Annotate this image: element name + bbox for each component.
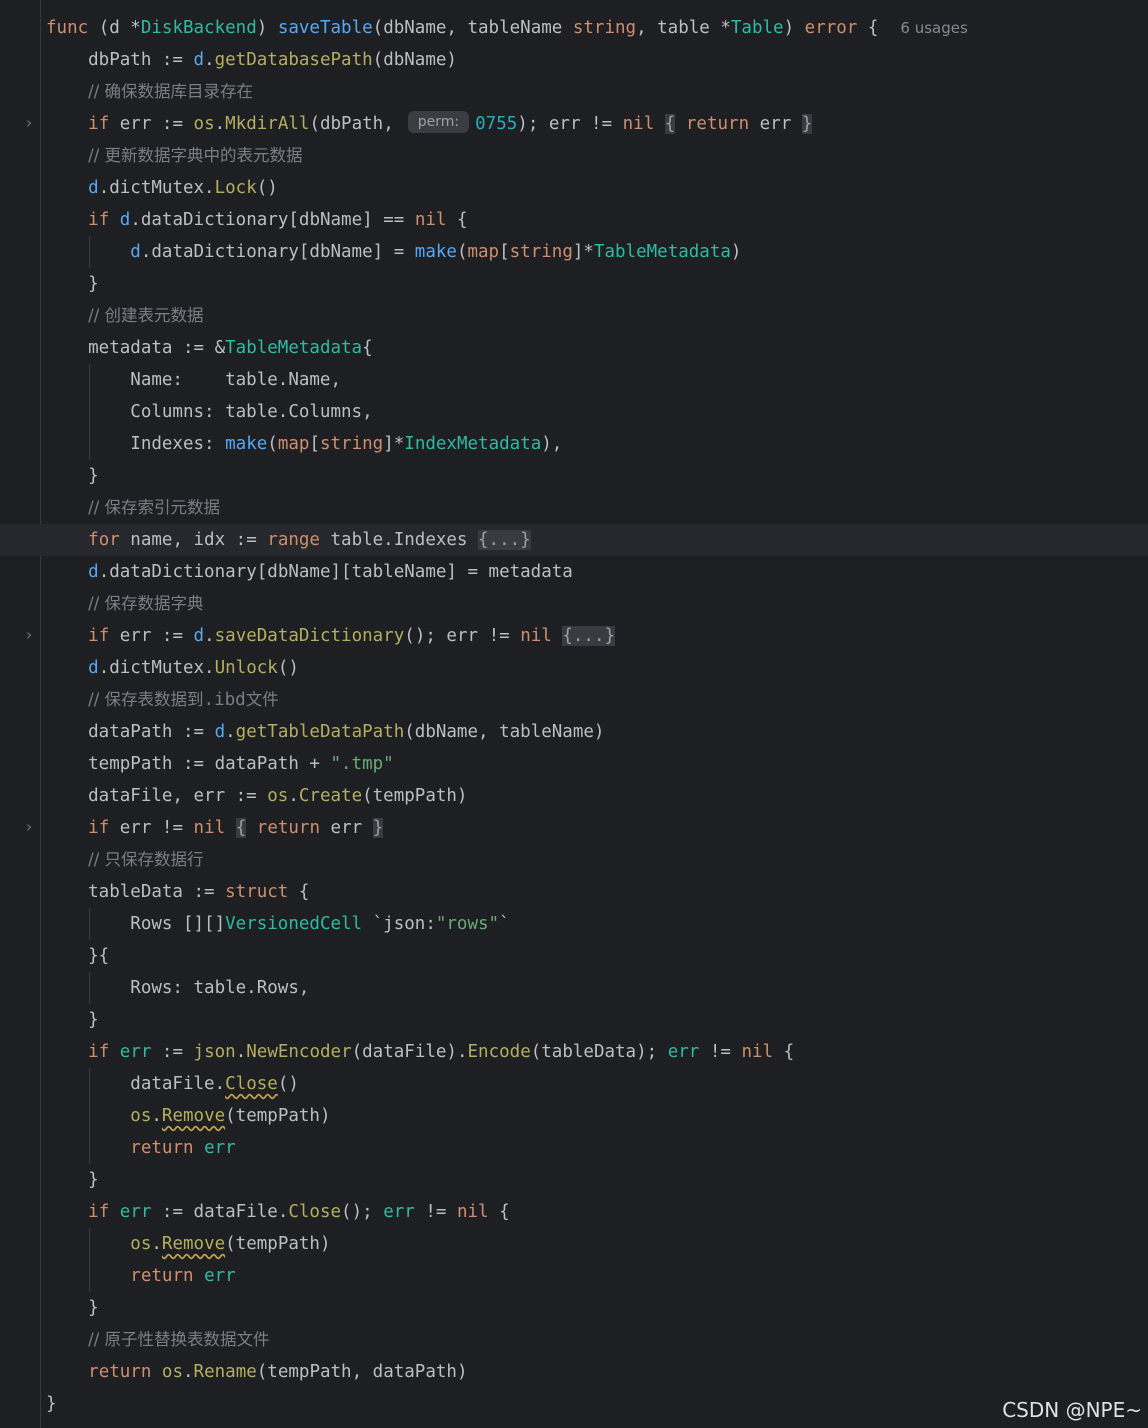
code-line-current: for name, idx := range table.Indexes {..…	[0, 524, 1148, 556]
code-line: if err := os.MkdirAll(dbPath, perm: 0755);…	[46, 108, 1148, 140]
code-line: }	[46, 1394, 57, 1414]
code-comment: // 保存索引元数据	[88, 498, 221, 517]
usages-hint[interactable]: 6 usages	[900, 19, 967, 37]
code-editor[interactable]: › › › › func (d *DiskBackend) saveTable(…	[0, 0, 1148, 1428]
code-line: tableData := struct {	[46, 882, 310, 902]
code-line: }{	[46, 946, 110, 966]
folded-block[interactable]: {...}	[562, 626, 616, 646]
code-comment: // 确保数据库目录存在	[88, 82, 254, 101]
fold-expand-icon[interactable]: ›	[22, 819, 36, 835]
code-area[interactable]: func (d *DiskBackend) saveTable(dbName, …	[0, 12, 1148, 1420]
code-line: func (d *DiskBackend) saveTable(dbName, …	[46, 18, 968, 38]
code-line: Rows [][]VersionedCell `json:"rows"`	[46, 908, 1148, 940]
param-hint: perm:	[407, 111, 470, 133]
code-line: metadata := &TableMetadata{	[46, 338, 373, 358]
code-line: if err := d.saveDataDictionary(); err !=…	[88, 626, 616, 646]
code-line: tempPath := dataPath + ".tmp"	[46, 754, 394, 774]
gutter-divider	[40, 0, 41, 1428]
code-line: }	[46, 1010, 99, 1030]
code-line: if err := dataFile.Close(); err != nil {	[88, 1202, 510, 1222]
code-comment: // 保存数据字典	[88, 594, 204, 613]
code-line: return err	[46, 1132, 1148, 1164]
code-line: dataFile.Close()	[46, 1068, 1148, 1100]
code-line: Columns: table.Columns,	[46, 396, 1148, 428]
code-comment: // 更新数据字典中的表元数据	[88, 146, 303, 165]
code-line: if err := json.NewEncoder(dataFile).Enco…	[88, 1042, 795, 1062]
code-line: dataPath := d.getTableDataPath(dbName, t…	[46, 722, 605, 742]
code-line: d.dictMutex.Unlock()	[88, 658, 299, 678]
code-line: Rows: table.Rows,	[46, 972, 1148, 1004]
code-line: if d.dataDictionary[dbName] == nil {	[88, 210, 468, 230]
fold-expand-icon[interactable]: ›	[22, 627, 36, 643]
code-comment: // 创建表元数据	[88, 306, 204, 325]
code-line: os.Remove(tempPath)	[46, 1228, 1148, 1260]
code-line: return err	[46, 1260, 1148, 1292]
code-line: dataFile, err := os.Create(tempPath)	[46, 786, 468, 806]
code-line: return os.Rename(tempPath, dataPath)	[88, 1362, 468, 1382]
code-line: dbPath := d.getDatabasePath(dbName)	[46, 50, 457, 70]
folded-block[interactable]: {...}	[478, 530, 531, 550]
code-comment: // 保存表数据到.ibd文件	[88, 690, 279, 710]
code-comment: // 原子性替换表数据文件	[88, 1330, 270, 1349]
code-line: os.Remove(tempPath)	[46, 1100, 1148, 1132]
code-line: }	[46, 274, 99, 294]
code-line: d.dataDictionary[dbName][tableName] = me…	[88, 562, 573, 582]
code-line: }	[46, 1170, 99, 1190]
code-line: }	[46, 1298, 99, 1318]
fold-expand-icon[interactable]: ›	[22, 115, 36, 131]
code-line: d.dictMutex.Lock()	[88, 178, 278, 198]
code-line: if err != nil { return err }	[88, 818, 384, 838]
code-line: d.dataDictionary[dbName] = make(map[stri…	[46, 236, 1148, 268]
code-comment: // 只保存数据行	[88, 850, 204, 869]
watermark: CSDN @NPE~	[1002, 1398, 1142, 1422]
code-line: }	[46, 466, 99, 486]
code-line: Indexes: make(map[string]*IndexMetadata)…	[46, 428, 1148, 460]
code-line: Name: table.Name,	[46, 364, 1148, 396]
gutter	[0, 0, 40, 1428]
